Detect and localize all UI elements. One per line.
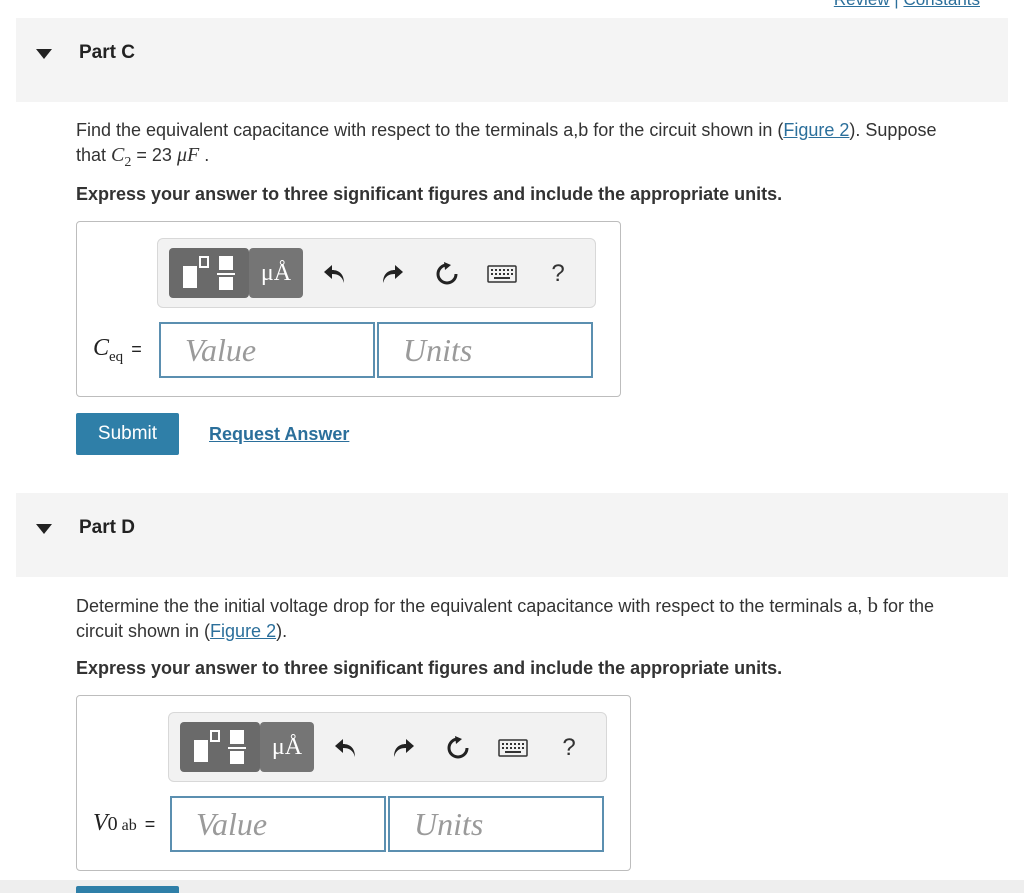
- c2-unit: μF: [176, 144, 200, 166]
- question-text: for the: [882, 596, 934, 616]
- help-icon[interactable]: ?: [552, 731, 586, 765]
- units-input[interactable]: Units: [388, 796, 604, 852]
- part-c-toolbar: μÅ ?: [157, 238, 596, 308]
- collapse-caret-icon[interactable]: [36, 524, 52, 534]
- request-answer-link[interactable]: Request Answer: [209, 424, 349, 445]
- undo-icon[interactable]: [329, 731, 363, 765]
- terminal-b: b: [867, 593, 878, 617]
- reset-icon[interactable]: [430, 257, 464, 291]
- figure-2-link[interactable]: Figure 2: [210, 621, 276, 641]
- part-d-instruction: Express your answer to three significant…: [76, 658, 783, 678]
- question-text: circuit shown in (: [76, 621, 211, 641]
- reset-icon[interactable]: [441, 731, 475, 765]
- help-icon[interactable]: ?: [541, 257, 575, 291]
- value-input[interactable]: Value: [170, 796, 386, 852]
- question-text: Find the equivalent capacitance with res…: [76, 120, 784, 140]
- redo-icon[interactable]: [375, 257, 409, 291]
- question-text: ). Suppose: [849, 120, 937, 140]
- c-eq-label: Ceq =: [93, 335, 142, 365]
- redo-icon[interactable]: [386, 731, 420, 765]
- part-c-question: Find the equivalent capacitance with res…: [76, 118, 1016, 175]
- part-c-instruction: Express your answer to three significant…: [76, 184, 783, 204]
- v0-ab-label: V0 ab =: [93, 810, 156, 836]
- keyboard-icon[interactable]: [485, 257, 519, 291]
- undo-icon[interactable]: [318, 257, 352, 291]
- review-link[interactable]: Review: [834, 0, 890, 9]
- part-d-toolbar: μÅ ?: [168, 712, 607, 782]
- collapse-caret-icon[interactable]: [36, 49, 52, 59]
- figure-2-link[interactable]: Figure 2: [783, 120, 849, 140]
- link-separator: |: [894, 0, 898, 9]
- units-input[interactable]: Units: [377, 322, 593, 378]
- top-links: Review | Constants: [834, 0, 980, 10]
- part-d-answer-box: μÅ ? V0 ab = Value Units: [76, 695, 631, 871]
- part-d-header[interactable]: Part D: [16, 493, 1008, 577]
- part-c-answer-box: μÅ ? Ceq = Value Units: [76, 221, 621, 397]
- c2-variable: C2: [111, 144, 132, 170]
- part-c-title: Part C: [79, 42, 135, 63]
- question-text: .: [204, 145, 210, 165]
- fraction-template-button[interactable]: [169, 248, 249, 298]
- part-d-submit-button[interactable]: [76, 886, 179, 893]
- question-text: ).: [276, 621, 288, 641]
- units-symbol-button[interactable]: μÅ: [260, 722, 314, 772]
- keyboard-icon[interactable]: [496, 731, 530, 765]
- c2-value: = 23: [136, 145, 172, 165]
- question-text: that: [76, 145, 107, 165]
- value-input[interactable]: Value: [159, 322, 375, 378]
- question-text: Determine the the initial voltage drop f…: [76, 596, 863, 616]
- part-c-header[interactable]: Part C: [16, 18, 1008, 102]
- fraction-template-button[interactable]: [180, 722, 260, 772]
- units-symbol-button[interactable]: μÅ: [249, 248, 303, 298]
- constants-link[interactable]: Constants: [903, 0, 980, 9]
- part-d-question: Determine the the initial voltage drop f…: [76, 593, 1016, 644]
- part-d-title: Part D: [79, 517, 135, 538]
- submit-button[interactable]: Submit: [76, 413, 179, 455]
